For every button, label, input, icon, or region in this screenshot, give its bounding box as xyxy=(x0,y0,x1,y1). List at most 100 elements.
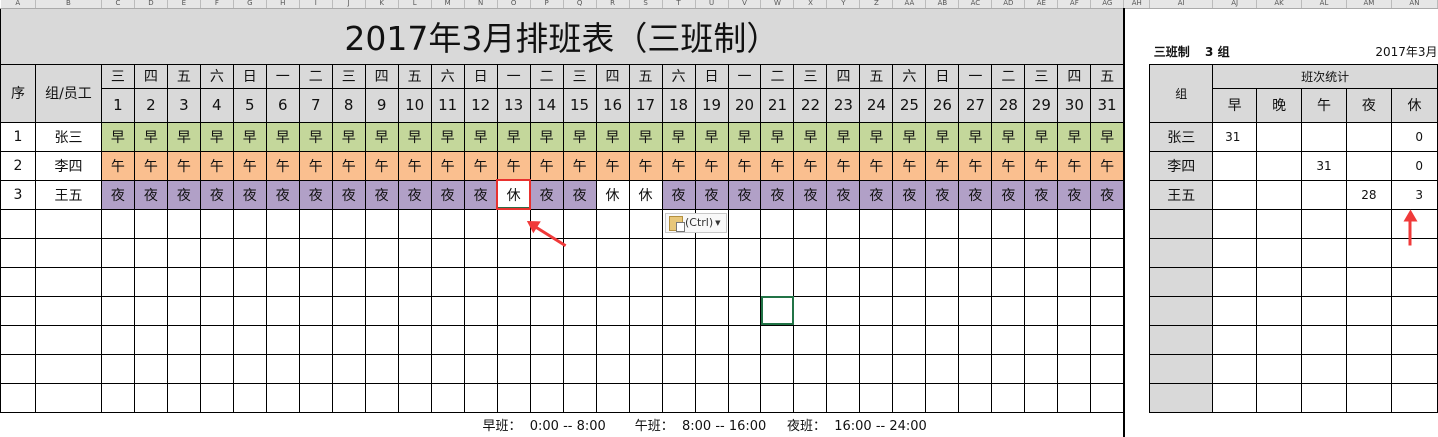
empty-cell[interactable] xyxy=(595,295,630,326)
day-header[interactable]: 15 xyxy=(562,87,597,123)
empty-cell[interactable] xyxy=(694,353,729,384)
empty-cell[interactable] xyxy=(1057,382,1092,413)
summary-row-name[interactable]: 李四 xyxy=(1149,150,1214,181)
empty-cell[interactable] xyxy=(100,295,135,326)
column-header-J[interactable]: J xyxy=(332,0,366,9)
empty-cell[interactable] xyxy=(694,382,729,413)
summary-value[interactable]: 3 xyxy=(1390,179,1438,210)
empty-cell[interactable] xyxy=(958,208,993,239)
empty-cell[interactable] xyxy=(529,382,564,413)
empty-cell[interactable] xyxy=(166,353,201,384)
empty-cell[interactable] xyxy=(1122,412,1150,437)
empty-cell[interactable] xyxy=(1057,353,1092,384)
empty-cell[interactable] xyxy=(133,266,168,297)
empty-cell[interactable] xyxy=(958,324,993,355)
summary-value[interactable] xyxy=(1212,295,1258,326)
weekday-header[interactable]: 日 xyxy=(694,63,729,89)
summary-value[interactable]: 31 xyxy=(1212,121,1258,152)
empty-cell[interactable] xyxy=(265,208,300,239)
empty-cell[interactable] xyxy=(364,208,399,239)
shift-cell[interactable]: 午 xyxy=(166,150,201,181)
empty-cell[interactable] xyxy=(1090,208,1125,239)
day-header[interactable]: 6 xyxy=(265,87,300,123)
weekday-header[interactable]: 四 xyxy=(595,63,630,89)
shift-cell[interactable]: 午 xyxy=(133,150,168,181)
column-header-U[interactable]: U xyxy=(695,0,729,9)
day-header[interactable]: 30 xyxy=(1057,87,1092,123)
empty-cell[interactable] xyxy=(694,324,729,355)
empty-cell[interactable] xyxy=(232,266,267,297)
shift-cell[interactable]: 夜 xyxy=(100,179,135,210)
summary-value[interactable] xyxy=(1301,208,1347,239)
empty-cell[interactable] xyxy=(628,295,663,326)
empty-cell[interactable] xyxy=(1150,412,1438,437)
empty-cell[interactable] xyxy=(298,382,333,413)
empty-cell[interactable] xyxy=(232,324,267,355)
shift-cell[interactable]: 早 xyxy=(496,121,531,152)
empty-cell[interactable] xyxy=(0,324,36,355)
column-header-T[interactable]: T xyxy=(662,0,696,9)
empty-cell[interactable] xyxy=(760,266,795,297)
empty-cell[interactable] xyxy=(463,208,498,239)
empty-cell[interactable] xyxy=(199,353,234,384)
empty-cell[interactable] xyxy=(166,208,201,239)
day-header[interactable]: 28 xyxy=(991,87,1026,123)
column-header-AM[interactable]: AM xyxy=(1346,0,1392,9)
summary-stats-header[interactable]: 班次统计 xyxy=(1212,63,1438,89)
empty-cell[interactable] xyxy=(364,295,399,326)
weekday-header[interactable]: 二 xyxy=(529,63,564,89)
shift-cell[interactable]: 午 xyxy=(958,150,993,181)
empty-cell[interactable] xyxy=(793,295,828,326)
summary-value[interactable] xyxy=(1301,237,1347,268)
column-header-Q[interactable]: Q xyxy=(563,0,597,9)
empty-cell[interactable] xyxy=(793,353,828,384)
column-header-AN[interactable]: AN xyxy=(1391,0,1438,9)
empty-cell[interactable] xyxy=(529,353,564,384)
summary-value[interactable] xyxy=(1256,324,1303,355)
empty-cell[interactable] xyxy=(232,237,267,268)
empty-cell[interactable] xyxy=(298,324,333,355)
empty-cell[interactable] xyxy=(760,208,795,239)
summary-row-name[interactable] xyxy=(1149,266,1214,297)
empty-cell[interactable] xyxy=(496,295,531,326)
column-header-C[interactable]: C xyxy=(101,0,135,9)
empty-cell[interactable] xyxy=(694,295,729,326)
shift-cell[interactable]: 午 xyxy=(397,150,432,181)
summary-column-header[interactable]: 夜 xyxy=(1345,87,1392,123)
empty-cell[interactable] xyxy=(595,353,630,384)
column-header-Y[interactable]: Y xyxy=(826,0,861,9)
header-group[interactable]: 组/员工 xyxy=(34,63,102,123)
column-header-AA[interactable]: AA xyxy=(892,0,927,9)
shift-cell[interactable]: 午 xyxy=(760,150,795,181)
empty-cell[interactable] xyxy=(628,208,663,239)
empty-cell[interactable] xyxy=(727,266,762,297)
empty-cell[interactable] xyxy=(1122,209,1150,238)
empty-cell[interactable] xyxy=(595,237,630,268)
empty-cell[interactable] xyxy=(826,295,861,326)
summary-value[interactable] xyxy=(1390,382,1438,413)
shift-cell[interactable]: 夜 xyxy=(166,179,201,210)
shift-cell[interactable]: 午 xyxy=(331,150,366,181)
shift-cell[interactable]: 早 xyxy=(199,121,234,152)
shift-cell[interactable]: 夜 xyxy=(430,179,465,210)
column-header-F[interactable]: F xyxy=(200,0,234,9)
empty-cell[interactable] xyxy=(100,266,135,297)
header-seq[interactable]: 序 xyxy=(0,63,36,123)
empty-cell[interactable] xyxy=(628,353,663,384)
weekday-header[interactable]: 一 xyxy=(958,63,993,89)
empty-cell[interactable] xyxy=(727,237,762,268)
empty-cell[interactable] xyxy=(364,237,399,268)
column-header-AH[interactable]: AH xyxy=(1123,0,1151,9)
empty-cell[interactable] xyxy=(892,208,927,239)
empty-cell[interactable] xyxy=(232,382,267,413)
empty-cell[interactable] xyxy=(199,208,234,239)
shift-cell[interactable]: 早 xyxy=(694,121,729,152)
empty-cell[interactable] xyxy=(826,324,861,355)
shift-cell[interactable]: 早 xyxy=(595,121,630,152)
summary-value[interactable] xyxy=(1345,353,1392,384)
empty-cell[interactable] xyxy=(958,266,993,297)
empty-cell[interactable] xyxy=(925,237,960,268)
empty-cell[interactable] xyxy=(760,237,795,268)
summary-value[interactable] xyxy=(1301,382,1347,413)
column-header-AL[interactable]: AL xyxy=(1301,0,1347,9)
